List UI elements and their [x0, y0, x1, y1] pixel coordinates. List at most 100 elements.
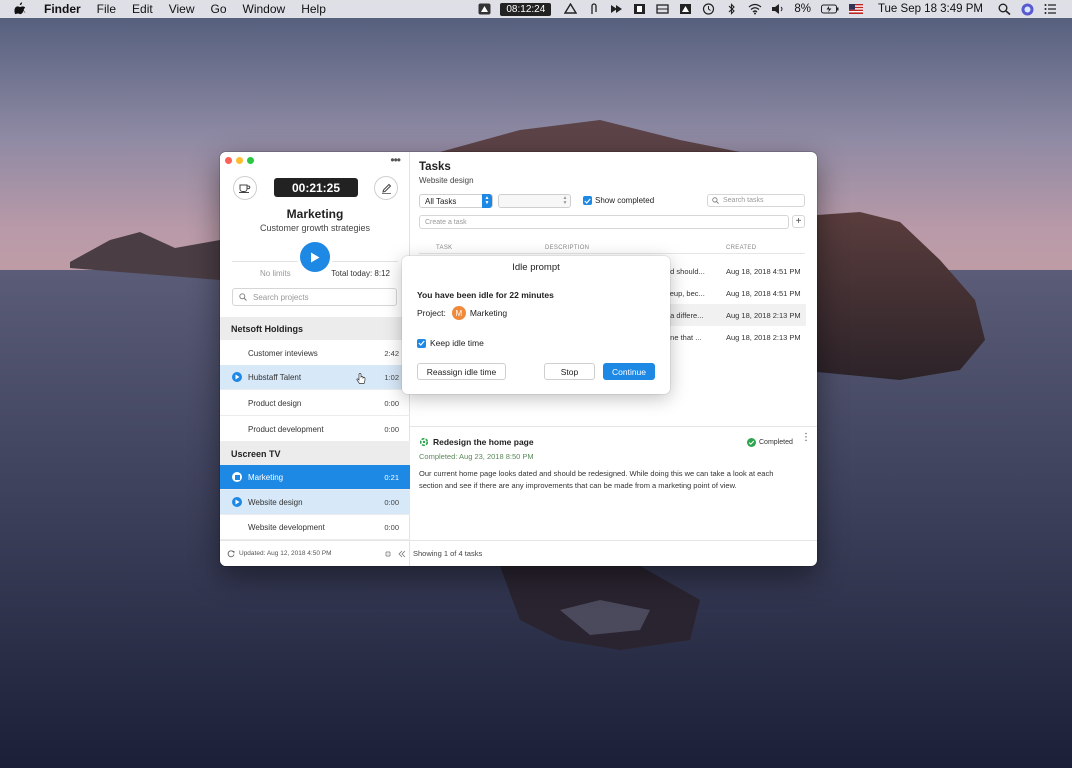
bracket-icon[interactable]: [633, 3, 646, 15]
menu-help[interactable]: Help: [293, 2, 334, 16]
close-window-button[interactable]: [225, 157, 232, 164]
double-chevron-left-icon[interactable]: [398, 550, 406, 558]
search-projects-input[interactable]: Search projects: [232, 288, 397, 306]
forward-icon[interactable]: [610, 3, 623, 15]
minimize-window-button[interactable]: [236, 157, 243, 164]
siri-icon[interactable]: [1021, 3, 1034, 16]
detail-divider: [410, 426, 817, 427]
hubstaff-icon[interactable]: [478, 3, 491, 15]
search-icon: [239, 293, 247, 301]
group-header: Netsoft Holdings: [220, 317, 410, 340]
checkmark-icon: [417, 338, 426, 348]
menu-go[interactable]: Go: [203, 2, 235, 16]
idle-prompt-dialog: Idle prompt You have been idle for 22 mi…: [402, 256, 670, 394]
task-description: one that ...: [666, 333, 702, 342]
project-row-website-design[interactable]: Website design 0:00: [220, 490, 410, 515]
battery-percent[interactable]: 8%: [794, 3, 811, 15]
stop-small-icon[interactable]: [232, 472, 242, 482]
flag-icon[interactable]: [848, 3, 863, 15]
keep-idle-label: Keep idle time: [430, 338, 484, 348]
spotlight-icon[interactable]: [998, 3, 1011, 16]
search-icon: [712, 197, 719, 204]
project-time: 0:00: [384, 424, 399, 434]
avatar: M: [451, 306, 466, 320]
time-machine-icon[interactable]: [702, 3, 715, 15]
project-row-hubstaff-talent[interactable]: Hubstaff Talent 1:02: [220, 365, 410, 390]
edit-button[interactable]: [374, 176, 398, 200]
dialog-title: Idle prompt: [512, 262, 560, 273]
task-description: t a differe...: [666, 311, 704, 320]
zoom-window-button[interactable]: [247, 157, 254, 164]
task-description: ed should...: [666, 267, 705, 276]
project-row-customer-inteviews[interactable]: Customer inteviews 2:42: [220, 341, 410, 366]
project-row-marketing[interactable]: Marketing 0:21: [220, 465, 410, 490]
volume-icon[interactable]: [771, 3, 784, 15]
project-label: Website design: [248, 497, 303, 507]
battery-icon[interactable]: [820, 3, 839, 15]
wifi-icon[interactable]: [748, 3, 762, 15]
plus-icon: +: [795, 216, 802, 227]
secondary-filter-select[interactable]: ▲ ▼: [498, 194, 571, 208]
drive-icon[interactable]: [564, 2, 578, 15]
create-task-input[interactable]: Create a task: [419, 215, 789, 229]
checkmark-icon: [583, 196, 592, 205]
project-time: 0:00: [384, 497, 399, 507]
add-task-button[interactable]: +: [792, 215, 805, 228]
task-created: Aug 18, 2018 2:13 PM: [726, 333, 801, 342]
column-header-created[interactable]: CREATED: [726, 245, 756, 251]
menu-app-name[interactable]: Finder: [40, 2, 89, 16]
project-time: 0:00: [384, 522, 399, 532]
datetime[interactable]: Tue Sep 18 3:49 PM: [878, 3, 983, 15]
play-icon: [311, 252, 320, 262]
header-divider: [419, 253, 805, 254]
continue-button[interactable]: Continue: [603, 363, 655, 380]
show-completed-checkbox[interactable]: Show completed: [583, 196, 654, 205]
total-today: Total today: 8:12: [331, 269, 390, 278]
play-button[interactable]: [300, 242, 330, 272]
menu-window[interactable]: Window: [235, 2, 294, 16]
page-subtitle: Website design: [419, 176, 474, 185]
collapse-icon[interactable]: [384, 550, 392, 558]
paperclip-icon[interactable]: [587, 3, 600, 15]
project-label: Website development: [248, 522, 325, 532]
menu-edit[interactable]: Edit: [124, 2, 161, 16]
project-row-product-design[interactable]: Product design 0:00: [220, 391, 410, 416]
search-tasks-input[interactable]: Search tasks: [707, 194, 805, 207]
search-tasks-placeholder: Search tasks: [723, 197, 764, 204]
project-label: Hubstaff Talent: [248, 372, 302, 382]
play-small-icon[interactable]: [232, 497, 242, 507]
task-detail-description: Our current home page looks dated and sh…: [419, 469, 774, 490]
apple-icon[interactable]: [14, 2, 30, 16]
notification-center-icon[interactable]: [1044, 3, 1057, 15]
more-menu-icon[interactable]: •••: [390, 153, 401, 167]
column-header-task[interactable]: TASK: [436, 245, 452, 251]
sidebar-footer: Updated: Aug 12, 2018 4:50 PM: [220, 540, 410, 566]
task-detail-title: Redesign the home page: [433, 437, 534, 447]
project-time: 0:00: [384, 398, 399, 408]
menubar-timer[interactable]: 08:12:24: [500, 2, 552, 16]
task-filter-select[interactable]: All Tasks ▲ ▼: [419, 194, 493, 208]
edit-icon: [381, 183, 391, 194]
idle-project: Project: M Marketing: [417, 306, 507, 320]
inbox-icon[interactable]: [656, 3, 669, 15]
traffic-lights: [225, 157, 254, 164]
project-row-website-development[interactable]: Website development 0:00: [220, 515, 410, 540]
cursor-hand-icon: [356, 373, 366, 384]
drive-box-icon[interactable]: [679, 3, 692, 15]
play-small-icon[interactable]: [232, 372, 242, 382]
task-more-icon[interactable]: ⋮: [801, 433, 811, 443]
project-name: Marketing: [469, 308, 508, 318]
stop-button[interactable]: Stop: [544, 363, 595, 380]
project-label: Project:: [417, 308, 446, 318]
refresh-icon[interactable]: [227, 549, 235, 558]
menu-view[interactable]: View: [161, 2, 203, 16]
bluetooth-icon[interactable]: [725, 3, 738, 15]
break-button[interactable]: [233, 176, 257, 200]
keep-idle-checkbox[interactable]: Keep idle time: [417, 338, 484, 348]
project-row-product-development[interactable]: Product development 0:00: [220, 417, 410, 442]
column-header-description[interactable]: DESCRIPTION: [545, 245, 589, 251]
page-title: Tasks: [419, 161, 451, 173]
menu-file[interactable]: File: [89, 2, 124, 16]
recurring-task-icon: [419, 437, 429, 447]
reassign-idle-time-button[interactable]: Reassign idle time: [417, 363, 506, 380]
